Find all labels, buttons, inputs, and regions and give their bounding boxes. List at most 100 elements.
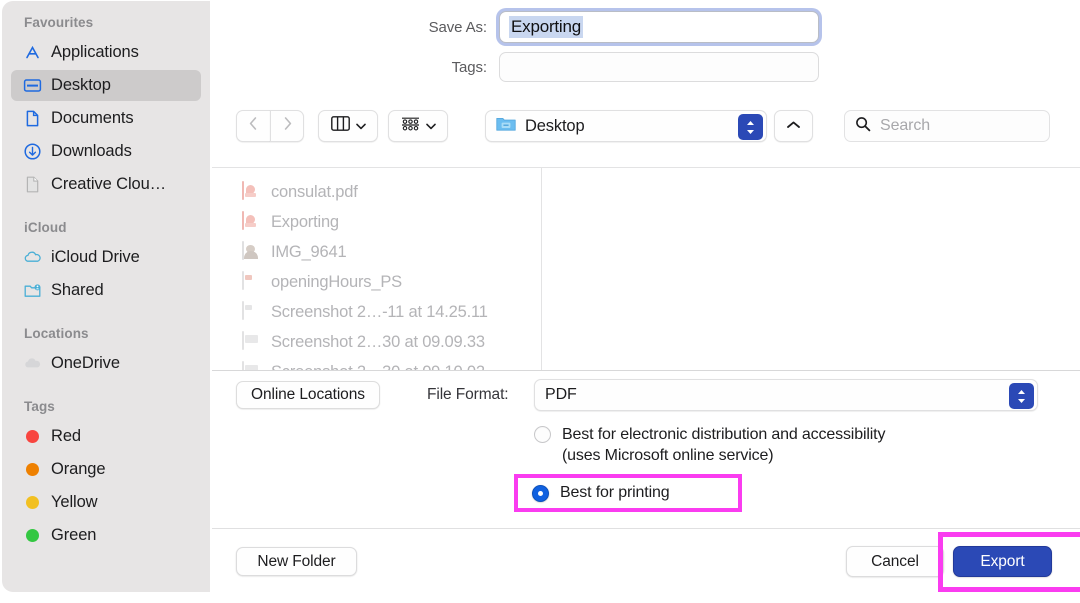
image-file-icon <box>242 271 260 292</box>
radio-circle-icon[interactable] <box>534 426 551 443</box>
screenshot-file-icon <box>242 331 260 352</box>
tag-dot-icon <box>23 526 42 545</box>
sidebar-section-favourites-title: Favourites <box>24 15 94 30</box>
file-format-value: PDF <box>545 386 577 403</box>
new-folder-button[interactable]: New Folder <box>236 547 357 576</box>
sidebar-item-documents[interactable]: Documents <box>11 103 201 134</box>
sidebar-item-label: Green <box>51 526 97 544</box>
column-divider <box>541 168 542 370</box>
chevron-down-icon <box>355 117 366 135</box>
document-icon <box>23 109 42 128</box>
radio-label: Best for electronic distribution and acc… <box>562 424 885 466</box>
list-item[interactable]: Screenshot 2…-11 at 14.25.11 <box>212 297 540 327</box>
collapse-button[interactable] <box>774 110 813 142</box>
save-as-row: Save As: Exporting <box>412 11 819 43</box>
location-popup-button[interactable]: Desktop <box>485 110 767 142</box>
cancel-button[interactable]: Cancel <box>846 546 944 577</box>
desktop-icon <box>23 76 42 95</box>
sidebar-item-label: Shared <box>51 281 104 299</box>
file-name: Screenshot 2…30 at 09.10.02 <box>271 363 485 371</box>
list-item[interactable]: Screenshot 2…30 at 09.10.02 <box>212 357 540 370</box>
online-locations-button[interactable]: Online Locations <box>236 381 380 409</box>
pdf-file-icon <box>242 181 260 202</box>
photo-file-icon <box>242 241 260 262</box>
toolbar: Desktop Search <box>236 110 1058 143</box>
sidebar-item-desktop[interactable]: Desktop <box>11 70 201 101</box>
sidebar-item-downloads[interactable]: Downloads <box>11 136 201 167</box>
sidebar-item-label: Creative Clou… <box>51 175 167 193</box>
list-item[interactable]: Exporting <box>212 207 540 237</box>
search-placeholder: Search <box>880 117 931 134</box>
tags-row: Tags: <box>412 52 819 82</box>
sidebar: Favourites Applications Desktop Document… <box>2 1 210 592</box>
sidebar-item-creative-cloud[interactable]: Creative Clou… <box>11 169 201 200</box>
radio-label: Best for printing <box>560 484 670 501</box>
file-name: Screenshot 2…30 at 09.09.33 <box>271 332 485 351</box>
sidebar-item-label: Yellow <box>51 493 98 511</box>
export-save-dialog: Favourites Applications Desktop Document… <box>0 0 1080 603</box>
sidebar-item-label: Orange <box>51 460 106 478</box>
sidebar-item-label: Documents <box>51 109 134 127</box>
save-as-value: Exporting <box>509 16 584 38</box>
radio-circle-icon[interactable] <box>532 485 549 502</box>
file-name: IMG_9641 <box>271 242 347 261</box>
sidebar-item-tag-red[interactable]: Red <box>11 421 201 452</box>
sidebar-item-applications[interactable]: Applications <box>11 37 201 68</box>
file-format-stepper-icon[interactable] <box>1009 383 1034 409</box>
radio-best-for-printing[interactable]: Best for printing <box>532 482 670 503</box>
tags-label: Tags: <box>451 58 487 76</box>
column-view-icon <box>330 116 350 136</box>
sidebar-item-tag-yellow[interactable]: Yellow <box>11 487 201 518</box>
view-mode-button[interactable] <box>318 110 378 142</box>
list-item[interactable]: consulat.pdf <box>212 177 540 207</box>
file-browser: consulat.pdf Exporting IMG_9641 openingH… <box>212 168 1080 370</box>
group-by-button[interactable] <box>388 110 448 142</box>
list-item[interactable]: openingHours_PS <box>212 267 540 297</box>
sidebar-item-label: OneDrive <box>51 354 120 372</box>
save-as-input[interactable]: Exporting <box>499 11 819 43</box>
group-by-icon <box>401 116 420 136</box>
sidebar-item-tag-green[interactable]: Green <box>11 520 201 551</box>
cloud-grey-icon <box>23 354 42 373</box>
sidebar-section-icloud-title: iCloud <box>24 220 67 235</box>
footer-divider <box>212 528 1080 529</box>
export-button[interactable]: Export <box>953 546 1052 577</box>
sidebar-item-shared[interactable]: Shared <box>11 275 201 306</box>
radio-label-line1: Best for electronic distribution and acc… <box>562 426 886 443</box>
downloads-icon <box>23 142 42 161</box>
search-icon <box>855 116 871 137</box>
file-name: openingHours_PS <box>271 272 402 291</box>
sidebar-item-tag-orange[interactable]: Orange <box>11 454 201 485</box>
sidebar-item-label: Red <box>51 427 81 445</box>
file-list: consulat.pdf Exporting IMG_9641 openingH… <box>212 177 540 370</box>
sidebar-item-onedrive[interactable]: OneDrive <box>11 348 201 379</box>
cloud-icon <box>23 248 42 267</box>
list-item[interactable]: Screenshot 2…30 at 09.09.33 <box>212 327 540 357</box>
forward-button[interactable] <box>270 110 304 142</box>
search-input[interactable]: Search <box>844 110 1050 142</box>
sidebar-item-label: Applications <box>51 43 139 61</box>
location-stepper-icon[interactable] <box>738 114 763 140</box>
list-item[interactable]: IMG_9641 <box>212 237 540 267</box>
chevron-left-icon <box>248 116 259 136</box>
sidebar-item-label: Desktop <box>51 76 111 94</box>
file-name: Screenshot 2…-11 at 14.25.11 <box>271 302 488 321</box>
pdf-file-icon <box>242 211 260 232</box>
sidebar-item-icloud-drive[interactable]: iCloud Drive <box>11 242 201 273</box>
save-as-label: Save As: <box>428 18 488 36</box>
sidebar-section-tags-title: Tags <box>24 399 55 414</box>
tag-dot-icon <box>23 427 42 446</box>
radio-label-line2: (uses Microsoft online service) <box>562 447 774 464</box>
shared-folder-icon <box>23 281 42 300</box>
chevron-up-icon <box>786 117 801 135</box>
radio-best-for-electronic[interactable]: Best for electronic distribution and acc… <box>534 424 885 466</box>
tag-dot-icon <box>23 460 42 479</box>
sidebar-section-locations-title: Locations <box>24 326 89 341</box>
chevron-down-icon <box>425 117 436 135</box>
file-format-select[interactable]: PDF <box>534 379 1038 411</box>
sidebar-item-label: iCloud Drive <box>51 248 140 266</box>
back-button[interactable] <box>236 110 270 142</box>
screenshot-file-icon <box>242 301 260 322</box>
file-format-label: File Format: <box>427 386 509 403</box>
tags-input[interactable] <box>499 52 819 82</box>
